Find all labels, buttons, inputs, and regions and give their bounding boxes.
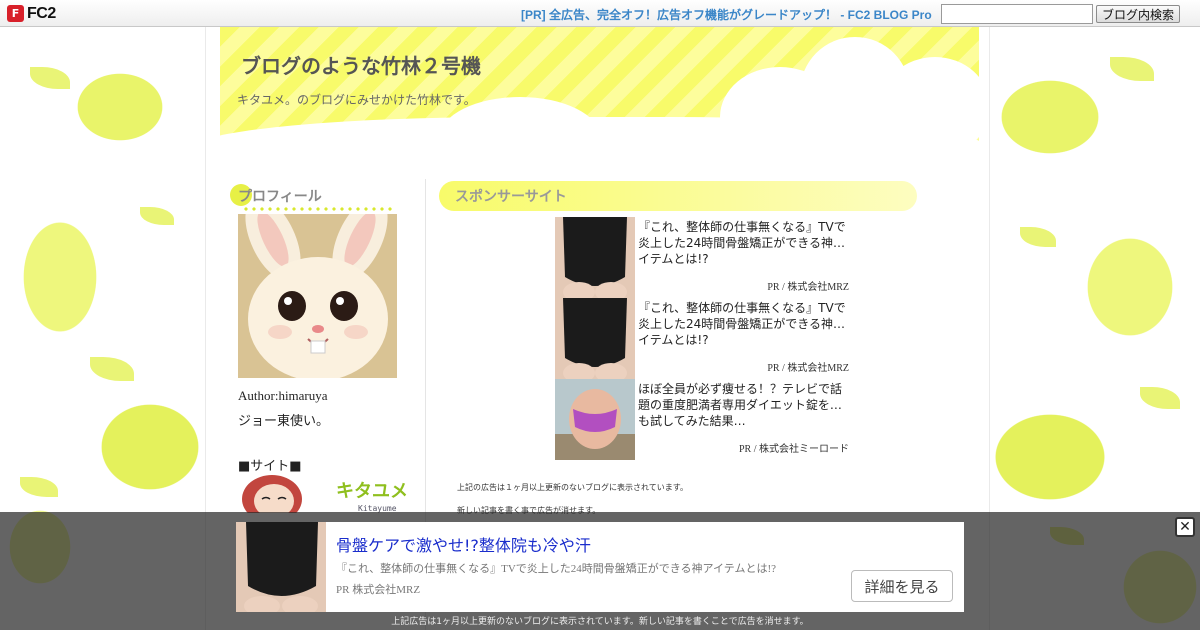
ad-thumbnail [555, 217, 635, 298]
blog-search-input[interactable] [941, 4, 1093, 24]
overlay-ad-card[interactable]: 骨盤ケアで激やせ!?整体院も冷や汗 『これ、整体師の仕事無くなる』TVで炎上した… [236, 522, 964, 612]
sponsor-ad-item[interactable]: ほぼ全員が必ず痩せる！？テレビで話題の重度肥満者専用ダイエット錠を…も試してみた… [555, 379, 849, 460]
ad-image-icon [555, 298, 635, 379]
heading-underline [242, 207, 394, 211]
fc2-logo-icon: F [7, 5, 24, 22]
details-button[interactable]: 詳細を見る [851, 570, 953, 602]
sponsor-ad-item[interactable]: 『これ、整体師の仕事無くなる』TVで炎上した24時間骨盤矯正ができる神…イテムと… [555, 217, 849, 298]
ad-image-icon [555, 379, 635, 460]
profile-heading: プロフィール [238, 189, 322, 205]
leaf-decoration [1140, 387, 1180, 409]
sponsor-ad-item[interactable]: 『これ、整体師の仕事無くなる』TVで炎上した24時間骨盤矯正ができる神…イテムと… [555, 298, 849, 379]
sponsor-heading: スポンサーサイト [455, 189, 567, 205]
fc2-logo[interactable]: F FC2 [7, 4, 56, 23]
leaf-decoration [90, 357, 134, 381]
inactive-notice: 上記の広告は１ヶ月以上更新のないブログに表示されています。 [457, 483, 688, 492]
leaf-decoration [140, 207, 174, 225]
leaf-decoration [1020, 227, 1056, 247]
blog-description: キタユメ。のブログにみせかけた竹林です。 [237, 93, 476, 107]
profile-avatar [238, 214, 397, 378]
blog-title[interactable]: ブログのような竹林２号機 [241, 50, 481, 79]
overlay-ad-image-icon [236, 522, 326, 612]
blog-search-button[interactable]: ブログ内検索 [1096, 5, 1180, 23]
overlay-ad-description: 『これ、整体師の仕事無くなる』TVで炎上した24時間骨盤矯正ができる神アイテムと… [336, 563, 776, 575]
site-heading: ■サイト■ [238, 459, 302, 474]
ad-text: 『これ、整体師の仕事無くなる』TVで炎上した24時間骨盤矯正ができる神…イテムと… [638, 301, 846, 347]
ad-image-icon [555, 217, 635, 298]
close-icon[interactable]: ✕ [1175, 517, 1195, 537]
overlay-ad-sponsor: PR 株式会社MRZ [336, 584, 421, 596]
ad-sponsor: PR / 株式会社ミーロード [738, 444, 849, 455]
fc2-logo-text: FC2 [27, 4, 56, 22]
overlay-notice: 上記広告は1ヶ月以上更新のないブログに表示されています。新しい記事を書くことで広… [391, 617, 809, 627]
kitayume-banner-icon: キタユメ Kitayume [238, 473, 432, 513]
leaf-decoration [30, 67, 70, 89]
ad-sponsor: PR / 株式会社MRZ [767, 282, 849, 293]
ad-thumbnail [555, 298, 635, 379]
ad-sponsor: PR / 株式会社MRZ [767, 363, 849, 374]
pr-link[interactable]: [PR] 全広告、完全オフ！広告オフ機能がグレードアップ！ - FC2 BLOG… [521, 6, 932, 23]
bunny-avatar-icon [238, 214, 397, 378]
ad-text: ほぼ全員が必ず痩せる！？テレビで話題の重度肥満者専用ダイエット錠を…も試してみた… [638, 382, 843, 428]
fc2-toolbar: F FC2 [PR] 全広告、完全オフ！広告オフ機能がグレードアップ！ - FC… [0, 0, 1200, 27]
author-name: Author:himaruya [238, 388, 328, 403]
banner-title: キタユメ [336, 481, 408, 502]
leaf-decoration [1110, 57, 1154, 81]
author-description: ジョー東使い。 [238, 414, 330, 429]
overlay-ad-thumbnail [236, 522, 326, 612]
ad-text: 『これ、整体師の仕事無くなる』TVで炎上した24時間骨盤矯正ができる神…イテムと… [638, 220, 846, 266]
overlay-ad-title[interactable]: 骨盤ケアで激やせ!?整体院も冷や汗 [336, 532, 591, 556]
bottom-ad-overlay: ✕ 骨盤ケアで激やせ!?整体院も冷や汗 『これ、整体師の仕事無くなる』TVで炎上… [0, 512, 1200, 630]
ad-thumbnail [555, 379, 635, 460]
leaf-decoration [20, 477, 58, 497]
blog-header [220, 27, 979, 147]
site-banner-link[interactable]: キタユメ Kitayume [238, 473, 432, 513]
